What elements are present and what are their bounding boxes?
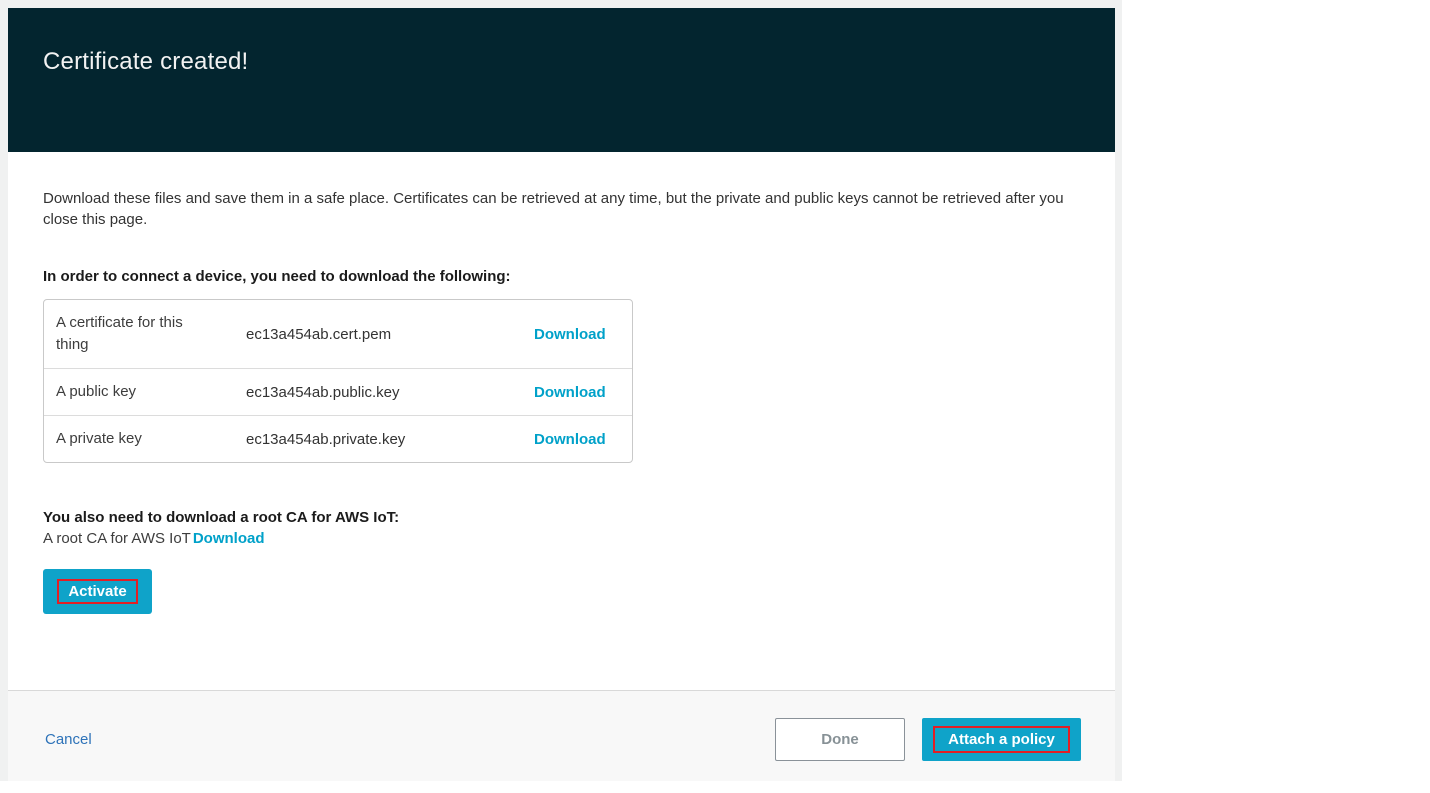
annotation-highlight: Attach a policy xyxy=(933,726,1070,753)
page-background: Certificate created! Download these file… xyxy=(0,0,1430,793)
file-name: ec13a454ab.public.key xyxy=(246,384,534,401)
certificate-created-dialog: Certificate created! Download these file… xyxy=(8,8,1115,781)
dialog-body: Download these files and save them in a … xyxy=(8,152,1115,690)
dialog-footer: Cancel Done Attach a policy xyxy=(8,690,1115,781)
dialog-header: Certificate created! xyxy=(8,8,1115,152)
file-label: A certificate for this thing xyxy=(44,312,209,356)
file-name: ec13a454ab.private.key xyxy=(246,431,534,448)
root-ca-line: A root CA for AWS IoTDownload xyxy=(43,530,1080,547)
page-title: Certificate created! xyxy=(43,48,1115,76)
file-name: ec13a454ab.cert.pem xyxy=(246,326,534,343)
table-row-public-key: A public key ec13a454ab.public.key Downl… xyxy=(44,369,632,416)
files-table: A certificate for this thing ec13a454ab.… xyxy=(43,299,633,463)
annotation-highlight: Activate xyxy=(57,579,137,604)
download-private-key-link[interactable]: Download xyxy=(534,431,632,448)
download-public-key-link[interactable]: Download xyxy=(534,384,632,401)
cancel-link[interactable]: Cancel xyxy=(45,731,92,748)
file-label: A private key xyxy=(44,428,209,450)
table-row-certificate: A certificate for this thing ec13a454ab.… xyxy=(44,300,632,369)
intro-text: Download these files and save them in a … xyxy=(43,188,1080,230)
root-ca-label: A root CA for AWS IoT xyxy=(43,530,191,547)
file-label: A public key xyxy=(44,381,209,403)
footer-buttons: Done Attach a policy xyxy=(775,718,1081,761)
attach-policy-button[interactable]: Attach a policy xyxy=(922,718,1081,761)
activate-button[interactable]: Activate xyxy=(43,569,152,614)
download-root-ca-link[interactable]: Download xyxy=(193,530,265,547)
done-button[interactable]: Done xyxy=(775,718,905,761)
root-ca-heading: You also need to download a root CA for … xyxy=(43,509,1080,526)
download-certificate-link[interactable]: Download xyxy=(534,326,632,343)
table-row-private-key: A private key ec13a454ab.private.key Dow… xyxy=(44,416,632,462)
download-instruction-heading: In order to connect a device, you need t… xyxy=(43,268,1080,285)
